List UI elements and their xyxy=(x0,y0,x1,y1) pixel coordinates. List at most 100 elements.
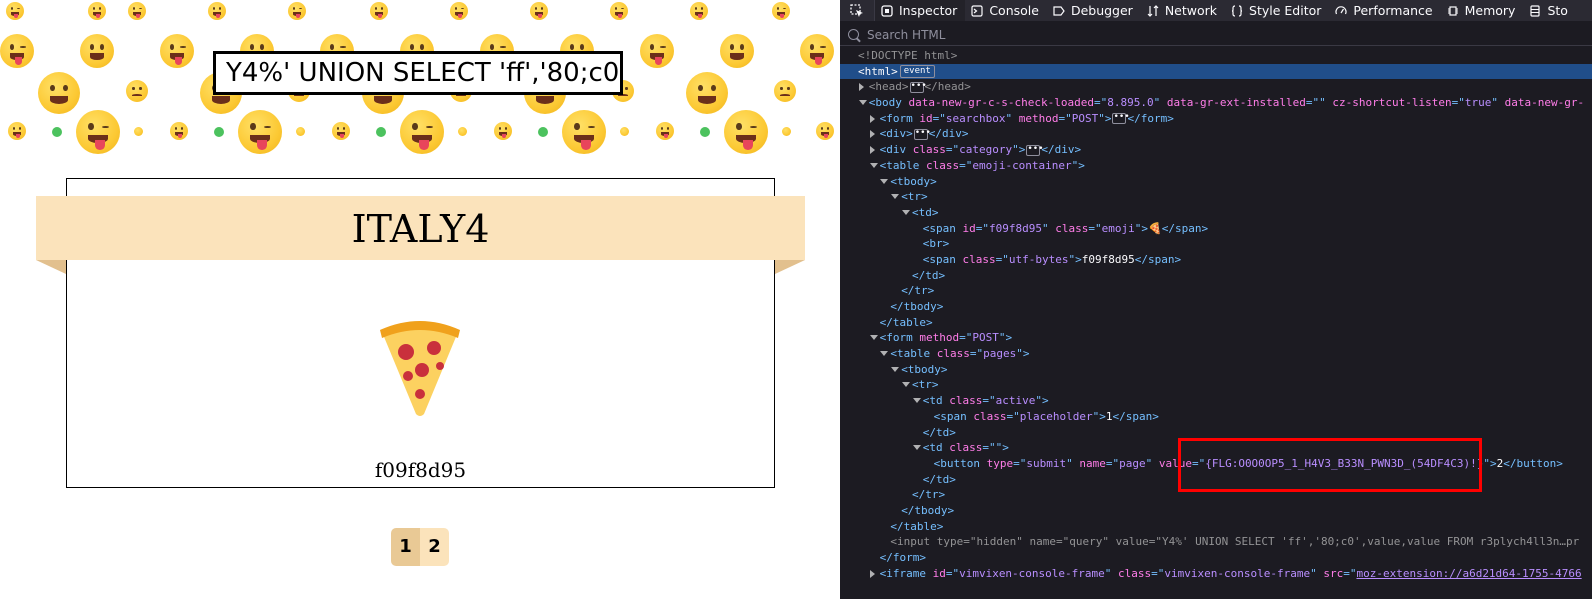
expand-triangle-icon[interactable] xyxy=(869,162,878,168)
markup-node-row[interactable]: <table class="emoji-container"> xyxy=(840,158,1592,174)
markup-token: <span xyxy=(922,221,963,235)
markup-token: =" xyxy=(959,158,973,172)
markup-node-row[interactable]: <!DOCTYPE html> xyxy=(840,48,1592,64)
search-html-input[interactable]: Search HTML xyxy=(840,24,1592,46)
search-input[interactable]: Y4%' UNION SELECT 'ff','80;c0',value,val… xyxy=(213,51,623,95)
markup-token: " xyxy=(1153,96,1167,110)
markup-node-row[interactable]: </form> xyxy=(840,550,1592,566)
markup-token: class xyxy=(925,158,960,172)
markup-token: "> xyxy=(1068,252,1082,266)
expand-triangle-icon[interactable] xyxy=(869,335,878,341)
markup-node-row[interactable]: </tr> xyxy=(840,283,1592,299)
markup-token: data-new-gr-c-s-check-loaded xyxy=(908,96,1094,110)
markup-node-row[interactable]: </table> xyxy=(840,315,1592,331)
tab-style-editor[interactable]: Style Editor xyxy=(1225,0,1329,21)
collapsed-triangle-icon[interactable] xyxy=(869,114,875,123)
markup-node-row[interactable]: <input type="hidden" name="query" value=… xyxy=(840,534,1592,550)
tab-memory[interactable]: Memory xyxy=(1441,0,1524,21)
emoji-dot-icon xyxy=(782,127,791,136)
markup-node-row[interactable]: </table> xyxy=(840,519,1592,535)
tab-inspector[interactable]: Inspector xyxy=(875,0,966,21)
expand-triangle-icon[interactable] xyxy=(902,209,910,215)
markup-node-row[interactable]: <button type="submit" name="page" value=… xyxy=(840,456,1592,472)
markup-token: <head> xyxy=(868,80,909,94)
markup-node-row[interactable]: <div> •••</div> xyxy=(840,126,1592,142)
markup-node-row[interactable]: <form id="searchbox" method="POST"> •••</… xyxy=(840,111,1592,127)
markup-node-row[interactable]: </tbody> xyxy=(840,299,1592,315)
markup-node-row[interactable]: <br> xyxy=(840,236,1592,252)
tab-debugger[interactable]: Debugger xyxy=(1047,0,1141,21)
markup-token: ="" xyxy=(1305,96,1333,110)
markup-node-row[interactable]: <form method="POST"> xyxy=(840,330,1592,346)
markup-node-row[interactable]: <head> •••</head> xyxy=(840,79,1592,95)
markup-node-row[interactable]: <tr> xyxy=(840,377,1592,393)
markup-node-row[interactable]: <div class="category"> •••</div> xyxy=(840,142,1592,158)
expand-triangle-icon[interactable] xyxy=(912,445,921,451)
expand-triangle-icon[interactable] xyxy=(880,351,889,357)
markup-node-row[interactable]: </td> xyxy=(840,472,1592,488)
collapsed-content-badge[interactable]: ••• xyxy=(913,128,931,140)
expand-triangle-icon[interactable] xyxy=(858,100,867,106)
tab-performance[interactable]: Performance xyxy=(1329,0,1440,21)
markup-node-row[interactable]: <table class="pages"> xyxy=(840,346,1592,362)
emoji-wink-icon xyxy=(76,110,120,154)
markup-token: " xyxy=(1145,456,1159,470)
expand-triangle-icon[interactable] xyxy=(880,178,889,184)
markup-token: vimvixen-console-frame xyxy=(959,566,1105,580)
markup-node-row[interactable]: </tbody> xyxy=(840,503,1592,519)
green-dot-icon xyxy=(214,127,224,137)
tab-console[interactable]: Console xyxy=(965,0,1047,21)
emoji-dot-icon xyxy=(296,127,305,136)
page-2-button[interactable]: 2 xyxy=(420,528,449,566)
markup-node-text: </tr> xyxy=(901,283,934,299)
markup-node-row[interactable]: <span class="placeholder">1</span> xyxy=(840,409,1592,425)
markup-token: =" xyxy=(1006,409,1020,423)
expand-triangle-icon[interactable] xyxy=(902,382,910,388)
markup-node-row[interactable]: </tr> xyxy=(840,487,1592,503)
markup-node-row[interactable]: <span class="utf-bytes">f09f8d95</span> xyxy=(840,252,1592,268)
markup-token: </tr> xyxy=(912,488,946,502)
markup-token: =" xyxy=(1191,456,1206,470)
devtools-panel: Inspector Console Debugger Network Style Edi… xyxy=(840,0,1592,599)
markup-node-row[interactable]: <tr> xyxy=(840,189,1592,205)
markup-token: </div> xyxy=(928,127,969,141)
tab-network[interactable]: Network xyxy=(1141,0,1225,21)
markup-node-row[interactable]: <tbody> xyxy=(840,174,1592,190)
markup-node-text: <!DOCTYPE html> xyxy=(858,48,957,64)
collapsed-triangle-icon[interactable] xyxy=(869,569,875,578)
collapsed-triangle-icon[interactable] xyxy=(858,83,864,92)
expand-triangle-icon[interactable] xyxy=(891,194,900,200)
markup-node-row[interactable]: <td> xyxy=(840,205,1592,221)
collapsed-triangle-icon[interactable] xyxy=(869,146,875,155)
markup-token: class xyxy=(973,409,1007,423)
expand-triangle-icon[interactable] xyxy=(912,398,921,404)
markup-token: <tr> xyxy=(901,190,928,204)
event-badge[interactable]: event xyxy=(899,65,935,79)
emoji-wink-icon xyxy=(610,2,628,20)
markup-token: <div> xyxy=(879,127,913,141)
tab-label: Console xyxy=(989,3,1039,18)
markup-node-row[interactable]: </td> xyxy=(840,425,1592,441)
markup-node-row[interactable]: </td> xyxy=(840,268,1592,284)
markup-node-row[interactable]: <tbody> xyxy=(840,362,1592,378)
markup-node-row[interactable]: <html> event xyxy=(840,63,1592,80)
collapsed-content-badge[interactable]: ••• xyxy=(1026,144,1044,156)
element-picker-icon[interactable] xyxy=(840,0,875,21)
collapsed-content-badge[interactable]: ••• xyxy=(909,81,927,93)
markup-node-row[interactable]: <td class="active"> xyxy=(840,393,1592,409)
markup-token: placeholder xyxy=(1019,409,1093,423)
markup-token: 8.895.0 xyxy=(1107,96,1154,110)
emoji-grin-icon xyxy=(38,72,80,114)
collapsed-triangle-icon[interactable] xyxy=(869,130,875,139)
markup-node-row[interactable]: <iframe id="vimvixen-console-frame" clas… xyxy=(840,566,1592,582)
markup-token: active xyxy=(995,394,1036,408)
tab-storage[interactable]: Sto xyxy=(1523,0,1575,21)
markup-tree: <!DOCTYPE html> <html> event <head> •••</hea… xyxy=(840,48,1592,581)
markup-node-row[interactable]: <span id="f09f8d95" class="emoji">🍕</spa… xyxy=(840,221,1592,237)
markup-node-row[interactable]: <td class=""> xyxy=(840,440,1592,456)
expand-triangle-icon[interactable] xyxy=(891,366,900,372)
markup-token: id xyxy=(932,566,946,580)
markup-node-row[interactable]: <body data-new-gr-c-s-check-loaded="8.89… xyxy=(840,95,1592,111)
collapsed-content-badge[interactable]: ••• xyxy=(1112,113,1130,125)
markup-token: POST xyxy=(972,331,999,345)
